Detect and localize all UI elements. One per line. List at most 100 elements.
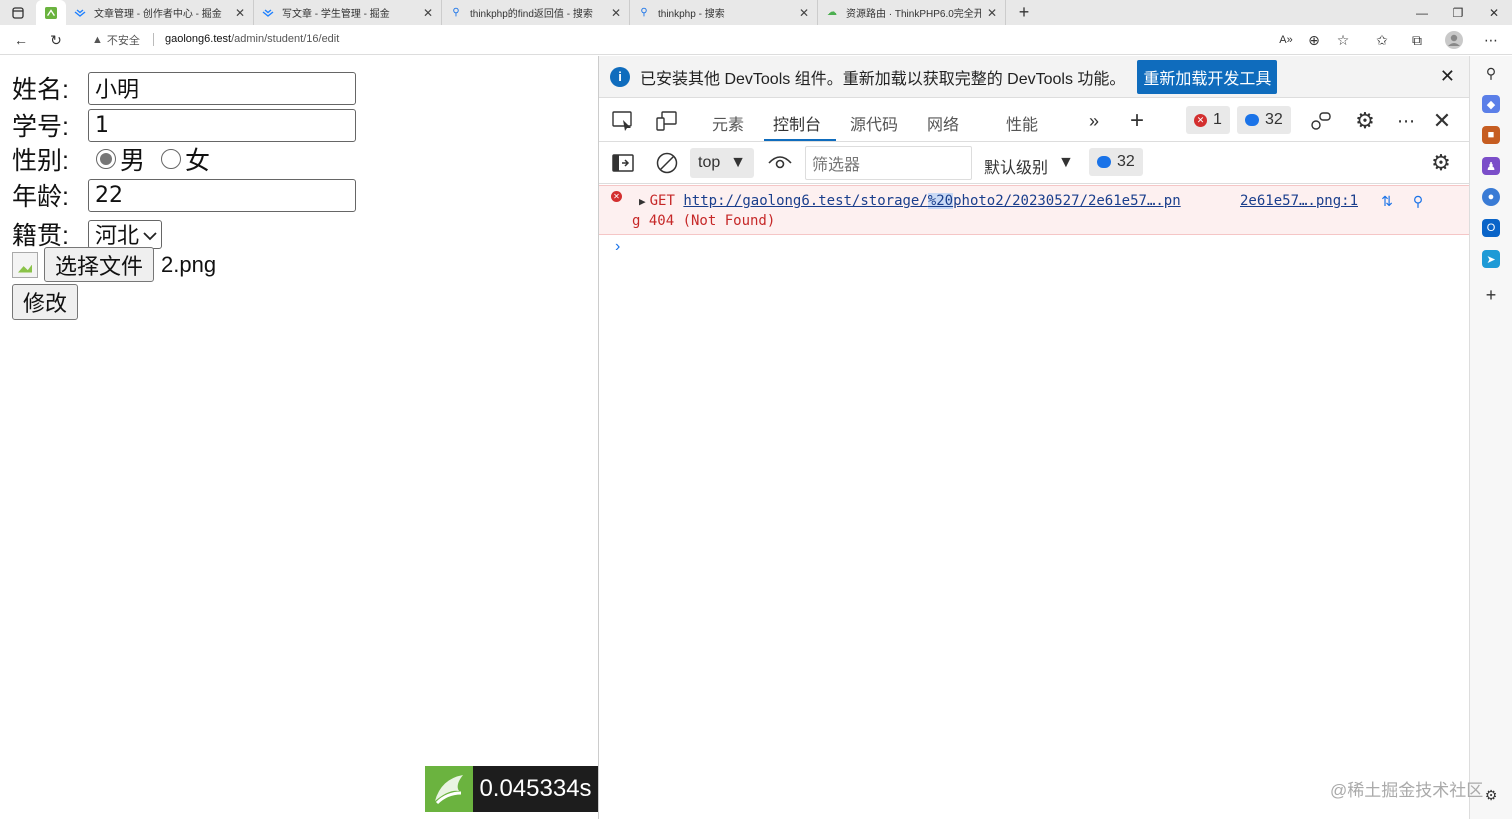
security-label: 不安全 [106,35,140,47]
favorites-icon[interactable]: ✩ [1371,29,1393,51]
network-request-icon[interactable]: ⇅ [1378,193,1396,211]
page-trace[interactable]: 0.045334s [425,766,598,812]
choose-file-button[interactable]: 选择文件 [44,247,155,282]
close-icon[interactable]: ✕ [611,6,621,20]
close-icon[interactable]: ✕ [423,6,433,20]
inspect-icon[interactable] [611,109,635,133]
id-input[interactable]: 1 [88,108,356,142]
address-input[interactable]: gaolong6.test/admin/student/16/edit [165,33,339,45]
profile-avatar[interactable] [1443,29,1465,51]
issues-badge[interactable]: 32 [1089,148,1143,176]
tab-search-thinkphp[interactable]: ⚲ thinkphp - 搜索 ✕ [630,0,818,25]
sidebar-settings-icon[interactable]: ⚙ [1482,786,1500,804]
console-settings-icon[interactable]: ⚙ [1429,150,1453,175]
dropdown-arrow-icon: ▼ [730,154,746,171]
browser-toolbar: ← ↻ ▲ 不安全 gaolong6.test/admin/student/16… [0,25,1512,55]
age-input[interactable]: 22 [88,178,356,212]
gender-radio-female[interactable] [161,149,182,169]
discover-icon[interactable]: ◆ [1482,95,1500,113]
error-url-link[interactable]: http://gaolong6.test/storage/%20photo2/2… [683,193,1181,209]
remote-devices-icon[interactable] [1309,109,1333,133]
tab-title: thinkphp的find返回值 - 搜索 [470,9,593,20]
close-icon[interactable]: ✕ [799,6,809,20]
console-error-message[interactable]: ✕ ▶ GET http://gaolong6.test/storage/%20p… [599,185,1469,235]
close-icon[interactable]: ✕ [1440,66,1455,87]
id-row: 学号: 1 [12,107,356,143]
trace-time: 0.045334s [473,766,598,812]
tab-resource-route[interactable]: ☁ 资源路由 · ThinkPHP6.0完全开发 ✕ [818,0,1006,25]
dropdown-arrow-icon: ▼ [1058,154,1074,171]
tab-search-find[interactable]: ⚲ thinkphp的find返回值 - 搜索 ✕ [442,0,630,25]
security-warning[interactable]: ▲ 不安全 [92,32,140,48]
chevron-down-icon [143,221,157,247]
error-icon: ✕ [611,191,622,202]
info-icon: i [610,66,630,87]
context-value: top [698,154,721,171]
live-expression-icon[interactable] [768,151,792,175]
devtools-infobar: i 已安装其他 DevTools 组件。重新加载以获取完整的 DevTools … [599,56,1469,98]
new-tab-icon[interactable]: + [1006,0,1042,25]
submit-button[interactable]: 修改 [12,284,79,320]
add-favorite-icon[interactable]: ☆ [1332,29,1354,51]
error-source-link[interactable]: 2e61e57….png:1 [1240,193,1358,209]
error-count-badge[interactable]: ✕ 1 [1186,106,1230,134]
drop-icon[interactable]: ➤ [1482,250,1500,268]
sidebar-toggle-icon[interactable] [611,151,635,175]
watermark: @稀土掘金技术社区 [1330,781,1484,800]
tab-actions-icon[interactable] [0,0,36,25]
search-icon[interactable]: ⚲ [1482,64,1500,82]
close-icon[interactable]: ✕ [987,6,997,20]
filter-input[interactable]: 筛选器 [805,146,972,180]
gender-radio-male[interactable] [96,149,116,169]
error-count: 1 [1213,111,1222,128]
message-icon [1245,114,1259,126]
expand-triangle-icon[interactable]: ▶ [639,195,646,208]
more-tabs-icon[interactable]: » [1082,109,1106,133]
window-close-icon[interactable]: ✕ [1476,0,1512,25]
origin-select[interactable]: 河北 [88,219,163,249]
tab-network[interactable]: 网络 [927,111,959,135]
reload-devtools-button[interactable]: 重新加载开发工具 [1137,59,1278,94]
close-icon[interactable]: ✕ [235,6,245,20]
thinkphp-trace-icon [425,766,473,812]
back-icon[interactable]: ← [10,29,32,51]
tab-sources[interactable]: 源代码 [850,111,898,135]
console-prompt-icon[interactable]: › [615,238,620,256]
zoom-icon[interactable]: ⊕ [1303,29,1325,51]
thinkphp-icon: ☁ [827,7,837,18]
add-tab-icon[interactable]: + [1125,107,1149,134]
message-icon [1097,156,1111,168]
tab-elements[interactable]: 元素 [712,111,744,135]
tab-article-manage[interactable]: 文章管理 - 创作者中心 - 掘金 ✕ [66,0,254,25]
log-level-select[interactable]: 默认级别 ▼ [984,154,1074,178]
refresh-icon[interactable]: ↻ [45,29,67,51]
add-sidebar-icon[interactable]: + [1482,285,1500,305]
tab-write-article[interactable]: 写文章 - 学生管理 - 掘金 ✕ [254,0,442,25]
clear-console-icon[interactable] [655,151,679,175]
url-host: gaolong6.test [165,33,232,45]
tools-icon[interactable]: ■ [1482,126,1500,144]
more-options-icon[interactable]: ⋯ [1394,109,1418,133]
device-toolbar-icon[interactable] [655,109,679,133]
context-select[interactable]: top ▼ [690,148,754,178]
message-count-badge[interactable]: 32 [1237,106,1291,134]
outlook-icon[interactable]: O [1482,219,1500,237]
tab-strip: 文章管理 - 创作者中心 - 掘金 ✕ 写文章 - 学生管理 - 掘金 ✕ ⚲ … [0,0,1512,25]
close-devtools-icon[interactable]: ✕ [1430,108,1454,133]
active-tab-indicator [764,139,836,141]
minimize-icon[interactable]: — [1404,0,1440,25]
name-input[interactable]: 小明 [88,71,356,105]
tab-console[interactable]: 控制台 [773,111,821,135]
url-path: /admin/student/16/edit [231,33,340,45]
settings-icon[interactable]: ⚙ [1353,108,1377,133]
games-icon[interactable]: ♟ [1482,157,1500,175]
tab-active[interactable] [36,0,66,25]
collections-icon[interactable]: ⧉ [1406,29,1428,51]
restore-icon[interactable]: ❐ [1440,0,1476,25]
read-aloud-icon[interactable]: A» [1275,29,1297,51]
more-icon[interactable]: ⋯ [1480,29,1502,51]
tab-performance[interactable]: 性能 [1006,111,1038,135]
gender-label: 性别: [12,147,69,175]
m365-icon[interactable]: ● [1482,188,1500,206]
search-icon[interactable]: ⚲ [1409,193,1427,211]
